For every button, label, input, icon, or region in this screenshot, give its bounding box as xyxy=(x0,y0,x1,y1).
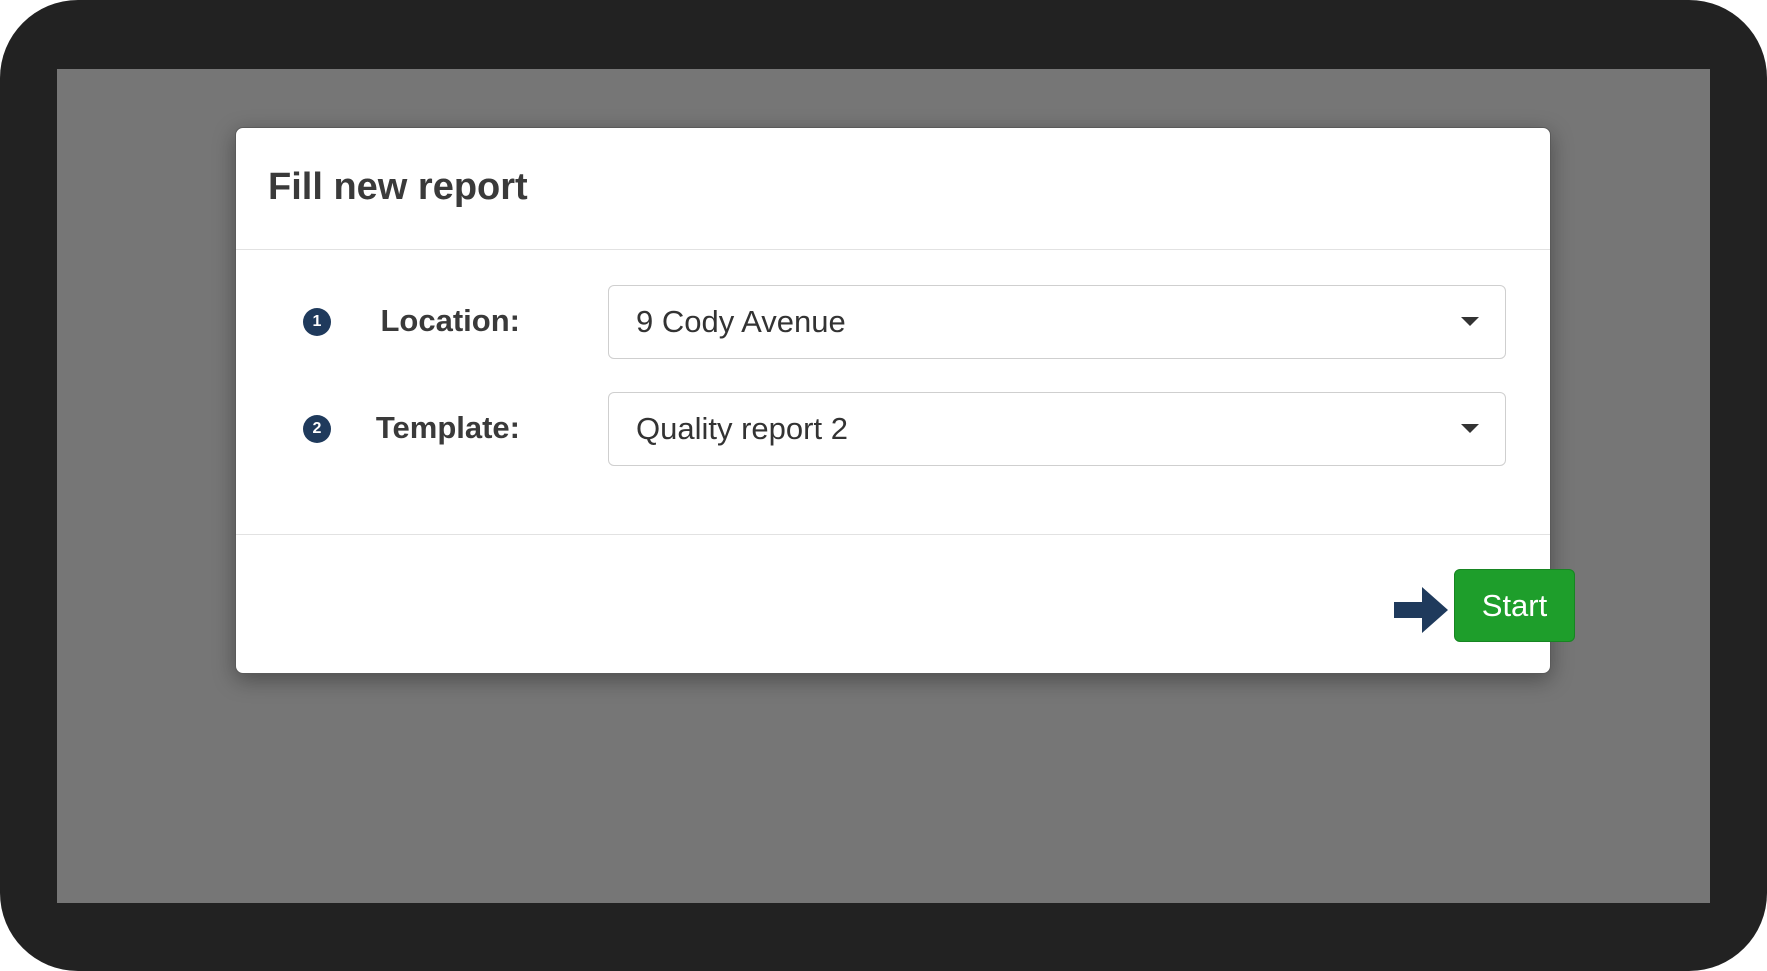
location-label: Location: xyxy=(380,303,521,338)
caret-down-icon xyxy=(1461,424,1479,433)
step-badge-2: 2 xyxy=(303,415,331,443)
arrow-right-icon xyxy=(1394,587,1448,633)
template-select-value: Quality report 2 xyxy=(636,411,848,446)
modal-header: Fill new report xyxy=(236,128,1550,250)
step-badge-1: 1 xyxy=(303,308,331,336)
template-select[interactable]: Quality report 2 xyxy=(608,392,1506,466)
start-button[interactable]: Start xyxy=(1454,569,1575,642)
location-select-value: 9 Cody Avenue xyxy=(636,304,846,339)
device-frame: Fill new report 1 Location: 9 Cody Avenu… xyxy=(0,0,1767,971)
caret-down-icon xyxy=(1461,317,1479,326)
location-row: 1 Location: 9 Cody Avenue xyxy=(236,285,1550,359)
template-label: Template: xyxy=(375,410,520,445)
template-row: 2 Template: Quality report 2 xyxy=(236,392,1550,466)
modal-title: Fill new report xyxy=(268,166,528,208)
fill-new-report-modal: Fill new report 1 Location: 9 Cody Avenu… xyxy=(235,127,1575,674)
location-select[interactable]: 9 Cody Avenue xyxy=(608,285,1506,359)
modal-footer: Start xyxy=(236,534,1575,673)
screen-overlay: Fill new report 1 Location: 9 Cody Avenu… xyxy=(57,69,1710,903)
